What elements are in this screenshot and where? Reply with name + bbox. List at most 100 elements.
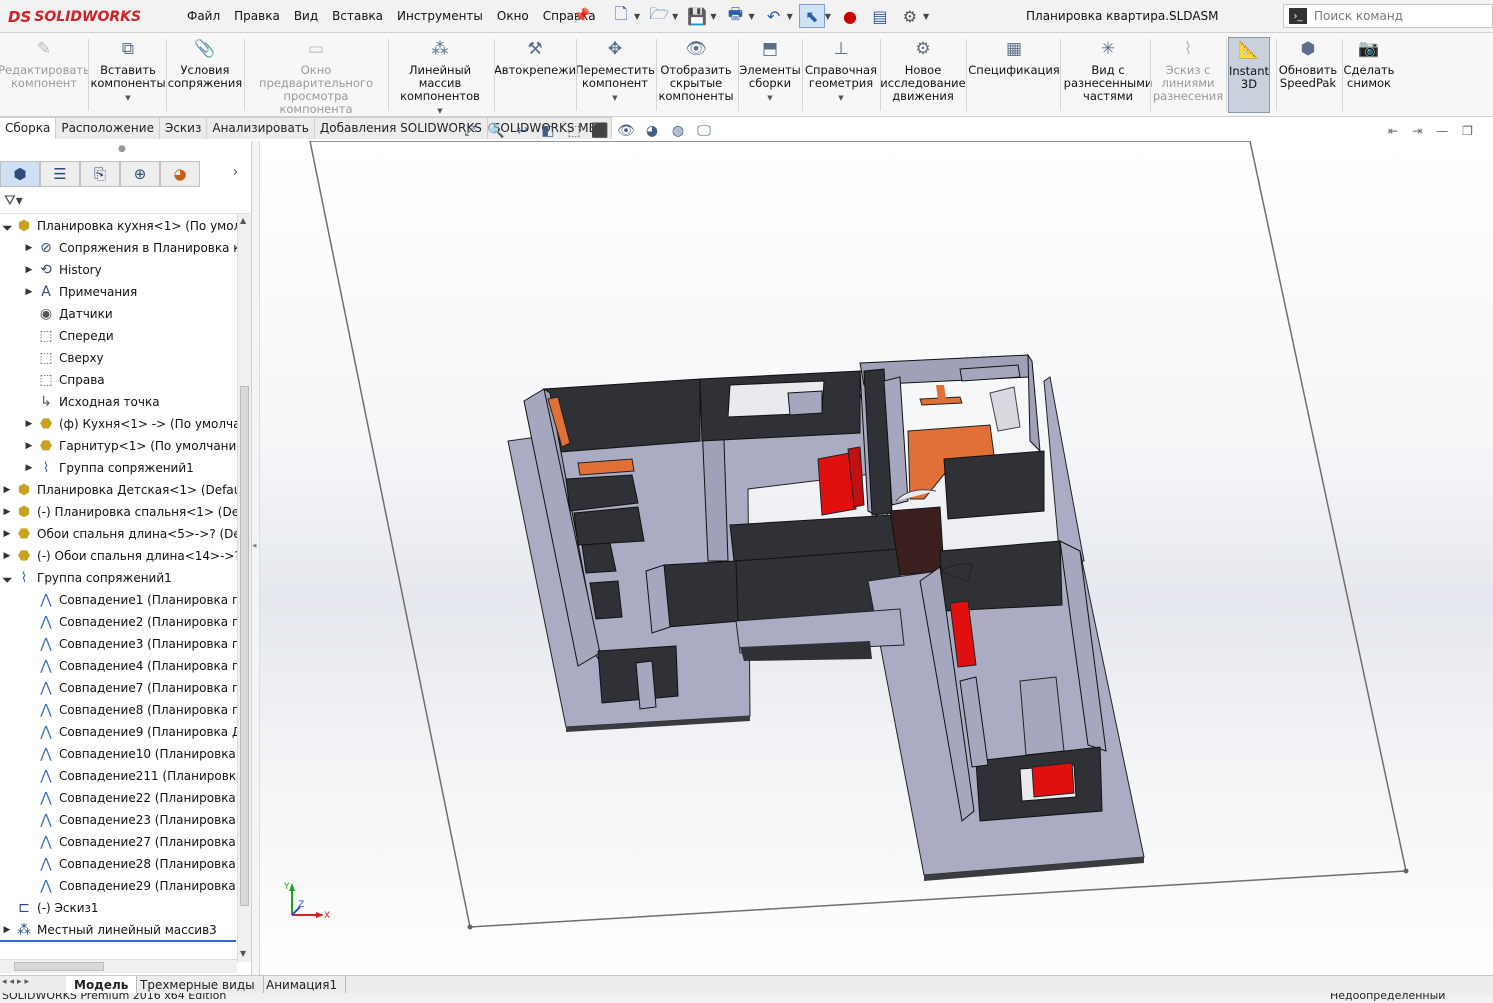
hide-show-items-icon[interactable]: 👁 (616, 122, 636, 140)
menu-item[interactable]: Правка (227, 9, 287, 23)
new-document-icon[interactable]: 🗋 (608, 4, 634, 28)
bottom-tab[interactable]: Модель (66, 976, 138, 993)
panel-splitter[interactable]: ◂ (252, 141, 260, 975)
minimize-icon[interactable]: — (1436, 124, 1448, 138)
tree-node[interactable]: ▶ A Примечания (22, 281, 138, 303)
save-icon[interactable]: 💾 (684, 4, 710, 28)
ribbon-button[interactable]: ▭ Окно предварительного просмотра компонен… (248, 37, 384, 116)
chevron-down-icon[interactable]: ▼ (923, 12, 929, 21)
chevron-right-icon[interactable]: ▶ (0, 529, 14, 539)
ribbon-button[interactable]: ⧉ Вставить компоненты ▼ (90, 37, 165, 105)
tab-navigation-arrows-icon[interactable]: ◂◂▸▸ (2, 977, 32, 987)
previous-view-icon[interactable]: ⇤ (1388, 124, 1398, 138)
scroll-down-icon[interactable]: ▼ (240, 949, 246, 958)
bottom-tab[interactable]: Анимация1 (258, 976, 347, 993)
menu-item[interactable]: Справка (536, 9, 603, 23)
scroll-up-icon[interactable]: ▲ (240, 216, 246, 225)
graphics-area[interactable]: Y X Z (260, 141, 1493, 975)
ribbon-button[interactable]: ✥ Переместить компонент ▼ (575, 37, 655, 105)
ribbon-button[interactable]: ⬒ Элементы сборки ▼ (739, 37, 801, 105)
open-document-icon[interactable]: 🗁 (646, 4, 672, 28)
menu-item[interactable]: Файл (180, 9, 227, 23)
chevron-down-icon[interactable]: ▼ (787, 12, 793, 21)
model-view[interactable] (260, 141, 1493, 975)
command-tab[interactable]: Расположение (56, 117, 160, 139)
chevron-right-icon[interactable]: ▶ (0, 925, 14, 935)
menu-item[interactable]: Вставка (325, 9, 390, 23)
tree-node[interactable]: ⋀ Совпадение4 (Планировка гос (22, 655, 237, 677)
chevron-right-icon[interactable]: › (233, 165, 238, 180)
tree-node[interactable]: ⋀ Совпадение1 (Планировка гос (22, 589, 237, 611)
tree-node[interactable]: ⋀ Совпадение22 (Планировка ку (22, 787, 237, 809)
solidworks-logo[interactable]: DS SOLIDWORKS (8, 7, 141, 27)
print-icon[interactable]: 🖶 (722, 4, 748, 28)
panel-grip-icon[interactable]: ● (118, 144, 126, 154)
ribbon-button[interactable]: 📎 Условия сопряжения (168, 37, 242, 90)
chevron-down-icon[interactable]: ▼ (125, 92, 130, 105)
command-tab[interactable]: Анализировать (207, 117, 315, 139)
tree-node[interactable]: ▶ ⬣ (ф) Кухня<1> -> (По умолчани (22, 413, 237, 435)
chevron-down-icon[interactable]: ▼ (825, 12, 831, 21)
chevron-down-icon[interactable]: ▼ (838, 92, 843, 105)
command-search-box[interactable]: ›_ Поиск команд (1283, 4, 1493, 28)
next-view-icon[interactable]: ⇥ (1412, 124, 1422, 138)
tree-node[interactable]: ⊏ (-) Эскиз1 (0, 897, 98, 919)
section-view-icon[interactable]: ◧ (538, 122, 558, 140)
tree-node[interactable]: ⋀ Совпадение29 (Планировка го (22, 875, 237, 897)
ribbon-button[interactable]: ⁂ Линейный массив компонентов ▼ (390, 37, 490, 118)
tree-node[interactable]: ⋀ Совпадение28 (Планировка сп (22, 853, 237, 875)
tree-node[interactable]: ▶ ⬣ (-) Обои спальня длина<14>->? (D (0, 545, 237, 567)
menu-item[interactable]: Инструменты (390, 9, 490, 23)
chevron-right-icon[interactable]: ▶ (22, 419, 36, 429)
ribbon-button[interactable]: 👁 Отобразить скрытые компоненты (658, 37, 733, 103)
tree-node[interactable]: ⬚ Спереди (22, 325, 113, 347)
restore-icon[interactable]: ❐ (1462, 124, 1473, 138)
select-cursor-icon[interactable]: ⬉ (798, 4, 825, 28)
ribbon-button[interactable]: ⚒ Автокрепежи (494, 37, 576, 77)
chevron-down-icon[interactable]: ▼ (748, 12, 754, 21)
tree-node[interactable]: ⋀ Совпадение10 (Планировка го (22, 743, 237, 765)
tree-node[interactable]: ⬚ Сверху (22, 347, 103, 369)
chevron-right-icon[interactable]: ▶ (22, 463, 36, 473)
property-manager-tab-icon[interactable]: ☰ (40, 161, 80, 187)
ribbon-button[interactable]: 📐 Instant 3D (1228, 37, 1270, 113)
tree-node[interactable]: ⋀ Совпадение3 (Планировка гос (22, 633, 237, 655)
splitter-handle-icon[interactable]: ◂ (252, 541, 257, 551)
dimxpert-tab-icon[interactable]: ⊕ (120, 161, 160, 187)
tree-node[interactable]: ⋀ Совпадение27 (Планировка сп (22, 831, 237, 853)
tree-horizontal-scrollbar[interactable] (0, 959, 237, 973)
tree-node[interactable]: ◢ ⌇ Группа сопряжений1 (0, 567, 172, 589)
tree-node[interactable]: ⋀ Совпадение7 (Планировка гос (22, 677, 237, 699)
tree-node[interactable]: ▶⬢ Планировка Детская<1> (Default< (0, 479, 237, 501)
ribbon-button[interactable]: ⚙ Новое исследование движения (880, 37, 965, 103)
ribbon-button[interactable]: ▦ Спецификация (968, 37, 1059, 77)
feature-manager-tab-icon[interactable]: ⬢ (0, 161, 40, 187)
ribbon-button[interactable]: 📷 Сделать снимок (1344, 37, 1395, 90)
edit-appearance-icon[interactable]: ◕ (642, 122, 662, 140)
pin-icon[interactable]: 📌 (573, 8, 590, 24)
chevron-right-icon[interactable]: ▶ (0, 551, 14, 561)
chevron-down-icon[interactable]: ▼ (710, 12, 716, 21)
file-properties-icon[interactable]: ▤ (867, 4, 893, 28)
filter-icon[interactable]: ⛛▾ (4, 193, 23, 209)
tree-node[interactable]: ⬚ Справа (22, 369, 104, 391)
tree-node[interactable]: ⋀ Совпадение2 (Планировка гос (22, 611, 237, 633)
configuration-manager-tab-icon[interactable]: ⎘ (80, 161, 120, 187)
ribbon-button[interactable]: ✳ Вид с разнесенными частями (1064, 37, 1153, 103)
command-tab[interactable]: Эскиз (159, 117, 208, 139)
ribbon-button[interactable]: ⌇ Эскиз с линиями разнесения (1153, 37, 1223, 103)
chevron-right-icon[interactable]: ▶ (22, 243, 36, 253)
tree-node[interactable]: ↳ Исходная точка (22, 391, 159, 413)
options-gear-icon[interactable]: ⚙ (897, 4, 923, 28)
scrollbar-thumb[interactable] (14, 962, 104, 971)
chevron-down-icon[interactable]: ▼ (767, 92, 772, 105)
tree-node[interactable]: ⋀ Совпадение23 (Планировка ку (22, 809, 237, 831)
tree-node[interactable]: ▶ ⬣ Гарнитур<1> (По умолчанию< (22, 435, 237, 457)
command-tab[interactable]: Сборка (0, 117, 57, 139)
zoom-to-fit-icon[interactable]: ⤢ (460, 122, 480, 140)
apply-scene-icon[interactable]: ◍ (668, 122, 688, 140)
ribbon-button[interactable]: ✎ Редактировать компонент (0, 37, 90, 90)
tree-node[interactable]: ◢ ⬢ Планировка кухня<1> (По умолча (0, 215, 237, 237)
chevron-down-icon[interactable]: ▼ (634, 12, 640, 21)
chevron-down-icon[interactable]: ▼ (612, 92, 617, 105)
